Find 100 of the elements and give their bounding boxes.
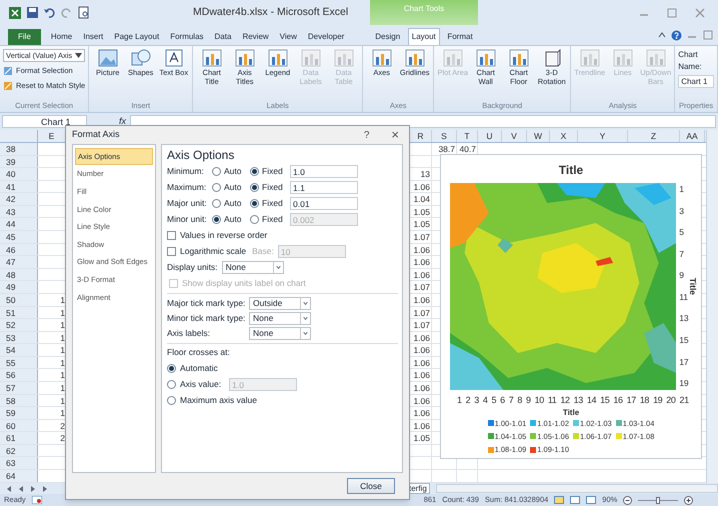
row-header[interactable]: 42	[0, 193, 38, 205]
radio-button[interactable]	[250, 182, 259, 192]
ribbon-tab[interactable]: Insert	[82, 28, 104, 45]
row-header[interactable]: 55	[0, 356, 38, 368]
macro-record-icon[interactable]	[32, 496, 42, 504]
dropdown[interactable]: None	[222, 260, 284, 274]
view-mode-icon[interactable]	[570, 496, 580, 504]
chart-name-field[interactable]: Chart 1	[678, 75, 714, 88]
contour-band	[644, 323, 676, 373]
input-field[interactable]: 0.01	[290, 196, 358, 210]
column-header[interactable]: T	[457, 130, 478, 142]
row-header[interactable]: 61	[0, 432, 38, 444]
table-cell: 1	[60, 294, 65, 305]
close-button[interactable]: ×	[391, 125, 399, 145]
chart-icon	[646, 49, 666, 67]
row-header[interactable]: 39	[0, 156, 38, 168]
row-header[interactable]: 38	[0, 143, 38, 155]
field-label: Minimum:	[167, 164, 205, 178]
row-header[interactable]: 50	[0, 294, 38, 306]
ribbon-tab[interactable]: Format	[444, 28, 476, 45]
help-button[interactable]: ?	[364, 128, 370, 142]
ribbon-tab[interactable]: View	[278, 28, 298, 45]
horizontal-scrollbar[interactable]	[436, 484, 718, 493]
close-icon[interactable]	[694, 8, 706, 18]
save-icon[interactable]	[26, 6, 39, 19]
undo-icon[interactable]	[43, 6, 56, 19]
zoom-slider-thumb[interactable]	[656, 496, 660, 504]
row-header[interactable]: 45	[0, 231, 38, 243]
row-header[interactable]: 49	[0, 281, 38, 293]
input-field[interactable]: 1.1	[290, 180, 358, 194]
ribbon-tab[interactable]: Page Layout	[113, 28, 160, 45]
column-header[interactable]: U	[478, 130, 502, 142]
view-mode-icon[interactable]	[554, 496, 564, 504]
row-header[interactable]: 59	[0, 407, 38, 419]
row-header[interactable]: 63	[0, 457, 38, 470]
radio-button[interactable]	[212, 166, 221, 176]
row-header[interactable]: 43	[0, 206, 38, 218]
radio-button[interactable]	[212, 182, 221, 192]
maximize-icon[interactable]	[702, 30, 714, 40]
zoom-out-icon[interactable]	[623, 496, 632, 504]
ribbon-tab[interactable]: Formulas	[169, 28, 205, 45]
column-header[interactable]: AA	[680, 130, 705, 142]
row-header[interactable]: 51	[0, 306, 38, 318]
redo-icon[interactable]	[60, 6, 73, 19]
row-header[interactable]: 52	[0, 319, 38, 331]
row-header[interactable]: 62	[0, 444, 38, 456]
ribbon-tab[interactable]: Review	[241, 28, 270, 45]
row-header[interactable]: 56	[0, 369, 38, 381]
ribbon-tab[interactable]: Developer	[306, 28, 346, 45]
row-header[interactable]: 54	[0, 344, 38, 356]
field-label: Floor crosses at:	[167, 346, 231, 359]
dropdown[interactable]: None	[249, 312, 311, 325]
radio-button[interactable]	[250, 166, 259, 176]
input-field[interactable]: 1.0	[290, 164, 358, 178]
row-header[interactable]: 46	[0, 244, 38, 256]
zoom-in-icon[interactable]	[684, 496, 694, 504]
row-header[interactable]: 48	[0, 268, 38, 280]
column-header[interactable]: W	[527, 130, 550, 142]
print-preview-icon[interactable]	[77, 6, 90, 19]
row-header[interactable]: 64	[0, 470, 38, 482]
table-cell: 1	[60, 320, 65, 330]
column-header[interactable]: X	[550, 130, 578, 142]
axis-tick-label: 7	[508, 394, 514, 407]
view-mode-icon[interactable]	[586, 496, 596, 504]
row-header[interactable]: 44	[0, 218, 38, 230]
maximize-icon[interactable]	[666, 8, 678, 18]
dropdown[interactable]: None	[249, 327, 311, 340]
radio-button[interactable]	[167, 364, 176, 372]
column-header[interactable]: Z	[628, 130, 680, 142]
row-header[interactable]: 58	[0, 394, 38, 406]
window-title: MDwater4b.xlsx - Microsoft Excel	[193, 4, 348, 20]
dropdown[interactable]: Outside	[249, 297, 311, 310]
axis-tick-label: 18	[640, 394, 650, 407]
chart-name-label: Chart Name:	[678, 49, 703, 73]
collapse-ribbon-icon[interactable]	[657, 30, 667, 40]
ribbon-tab[interactable]: Data	[214, 28, 232, 45]
help-icon[interactable]	[671, 30, 682, 40]
radio-button[interactable]	[167, 396, 176, 404]
axis-tick-label: 17	[626, 394, 636, 407]
ribbon-tab[interactable]: Layout	[408, 28, 440, 45]
checkbox[interactable]	[167, 230, 176, 240]
ribbon-tab[interactable]: Design	[372, 28, 404, 45]
row-header[interactable]: 41	[0, 180, 38, 192]
row-header[interactable]: 53	[0, 332, 38, 344]
radio-button[interactable]	[250, 198, 259, 208]
radio-button[interactable]	[212, 198, 221, 208]
ribbon-tab[interactable]: File	[8, 29, 41, 45]
row-header[interactable]: 57	[0, 382, 38, 394]
column-header[interactable]: V	[502, 130, 527, 142]
axis-tick-label: 12	[560, 394, 570, 407]
caret-icon	[75, 53, 82, 58]
name-box[interactable]: Chart 1	[2, 115, 87, 128]
column-header[interactable]: Y	[578, 130, 628, 142]
close-dialog-button[interactable]: Close	[347, 478, 395, 494]
row-header[interactable]: 60	[0, 420, 38, 432]
row-header[interactable]: 40	[0, 168, 38, 180]
row-header[interactable]: 47	[0, 256, 38, 268]
vertical-scrollbar[interactable]	[706, 130, 718, 483]
ribbon-tab[interactable]: Home	[50, 28, 74, 45]
column-header[interactable]: S	[432, 130, 457, 142]
